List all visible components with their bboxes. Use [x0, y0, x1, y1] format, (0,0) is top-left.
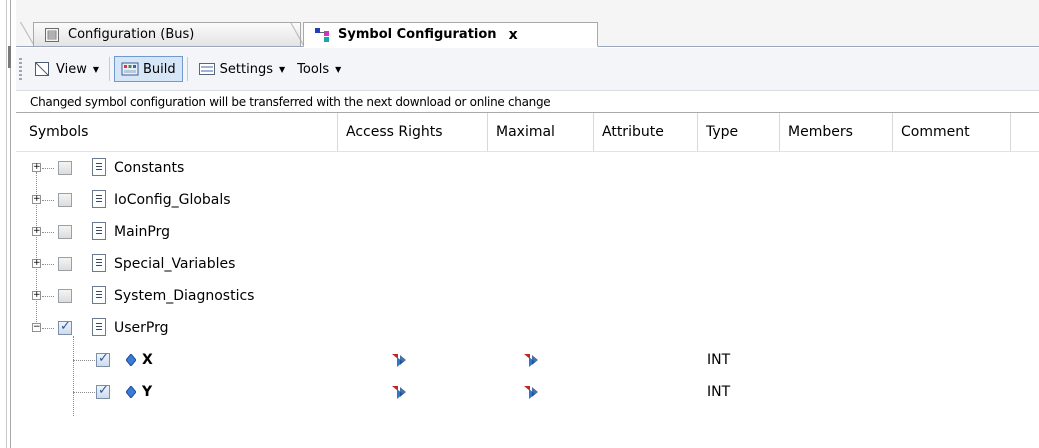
- tree-row-x[interactable]: X INT: [16, 344, 1039, 376]
- toolbar-separator: [186, 57, 188, 81]
- tab-label: Configuration (Bus): [68, 27, 195, 42]
- toolbar-separator: [109, 57, 111, 81]
- row-name: MainPrg: [114, 224, 171, 240]
- expand-icon[interactable]: +: [32, 291, 41, 300]
- variable-icon: [125, 385, 137, 399]
- tree-connector: [42, 168, 54, 170]
- document-icon: [92, 254, 106, 272]
- view-icon: [34, 61, 52, 77]
- tree-row-ioconfig-globals[interactable]: + IoConfig_Globals: [16, 184, 1039, 216]
- tree-connector: [42, 328, 54, 330]
- column-attribute[interactable]: Attribute: [594, 113, 698, 151]
- expand-icon[interactable]: +: [32, 259, 41, 268]
- expand-icon[interactable]: +: [32, 227, 41, 236]
- row-name: UserPrg: [114, 320, 169, 336]
- tree-row-special-variables[interactable]: + Special_Variables: [16, 248, 1039, 280]
- checkbox[interactable]: [58, 257, 72, 271]
- row-name: Special_Variables: [114, 256, 236, 272]
- tree-connector: [73, 360, 95, 362]
- symbol-config-icon: [314, 27, 330, 43]
- tree-row-constants[interactable]: + Constants: [16, 152, 1039, 184]
- read-write-icon[interactable]: [391, 384, 407, 400]
- checkbox[interactable]: [96, 351, 110, 367]
- chevron-down-icon: ▼: [335, 64, 342, 74]
- expand-icon[interactable]: +: [32, 163, 41, 172]
- variable-icon: [125, 353, 137, 367]
- row-name: X: [142, 352, 153, 368]
- checkbox[interactable]: [58, 193, 72, 207]
- document-icon: [92, 190, 106, 208]
- type-value: INT: [707, 384, 731, 400]
- tab-symbol-configuration[interactable]: Symbol Configuration x: [290, 22, 598, 47]
- row-name: Y: [142, 384, 153, 400]
- tree-row-system-diagnostics[interactable]: + System_Diagnostics: [16, 280, 1039, 312]
- toolbar: View ▼ Build Settings ▼ Tools ▼: [16, 48, 1039, 91]
- row-name: System_Diagnostics: [114, 288, 255, 304]
- tab-configuration-bus[interactable]: Configuration (Bus): [20, 22, 301, 46]
- build-button[interactable]: Build: [114, 56, 183, 82]
- checkbox[interactable]: [58, 319, 72, 335]
- column-comment[interactable]: Comment: [893, 113, 1011, 151]
- collapse-icon[interactable]: −: [32, 323, 41, 332]
- tools-label: Tools: [297, 61, 330, 77]
- settings-label: Settings: [219, 61, 273, 77]
- checkbox[interactable]: [58, 289, 72, 303]
- build-icon: [121, 61, 139, 77]
- bus-config-icon: [44, 27, 60, 43]
- tree-connector: [73, 392, 95, 394]
- row-name: Constants: [114, 160, 185, 176]
- build-label: Build: [143, 61, 176, 77]
- checkbox[interactable]: [58, 225, 72, 239]
- settings-icon: [198, 61, 216, 77]
- chevron-down-icon: ▼: [278, 64, 286, 74]
- document-icon: [92, 318, 106, 336]
- column-type[interactable]: Type: [698, 113, 780, 151]
- tree-connector: [42, 232, 54, 234]
- chevron-down-icon: ▼: [92, 64, 100, 74]
- tree-connector: [42, 200, 54, 202]
- info-text: Changed symbol configuration will be tra…: [30, 95, 551, 109]
- table-header: Symbols Access Rights Maximal Attribute …: [16, 113, 1039, 152]
- row-name: IoConfig_Globals: [114, 192, 231, 208]
- tree-row-y[interactable]: Y INT: [16, 376, 1039, 408]
- tools-menu-button[interactable]: Tools ▼: [291, 56, 347, 82]
- tree-row-userprg[interactable]: − UserPrg: [16, 312, 1039, 344]
- checkbox[interactable]: [96, 383, 110, 399]
- column-access-rights[interactable]: Access Rights: [338, 113, 488, 151]
- info-bar: Changed symbol configuration will be tra…: [16, 91, 1039, 113]
- left-window-edge: [0, 0, 14, 448]
- settings-menu-button[interactable]: Settings ▼: [192, 56, 291, 82]
- tab-label: Symbol Configuration: [338, 27, 497, 42]
- read-write-icon[interactable]: [391, 352, 407, 368]
- close-icon[interactable]: x: [509, 27, 518, 43]
- type-value: INT: [707, 352, 731, 368]
- column-symbols[interactable]: Symbols: [16, 113, 338, 151]
- column-members[interactable]: Members: [780, 113, 893, 151]
- document-icon: [92, 222, 106, 240]
- document-icon: [92, 158, 106, 176]
- tree-row-mainprg[interactable]: + MainPrg: [16, 216, 1039, 248]
- symbols-tree: + Constants + IoConfig_Globals + MainPrg…: [16, 152, 1039, 448]
- document-icon: [92, 286, 106, 304]
- editor-pane: Configuration (Bus) Symbol Configuration…: [16, 0, 1039, 448]
- tree-connector: [42, 264, 54, 266]
- column-maximal[interactable]: Maximal: [488, 113, 594, 151]
- expand-icon[interactable]: +: [32, 195, 41, 204]
- checkbox[interactable]: [58, 161, 72, 175]
- tree-connector: [42, 296, 54, 298]
- read-write-icon[interactable]: [523, 352, 539, 368]
- view-menu-button[interactable]: View ▼: [28, 56, 105, 82]
- tab-strip: Configuration (Bus) Symbol Configuration…: [16, 0, 1039, 47]
- view-label: View: [56, 61, 87, 77]
- toolbar-grip[interactable]: [19, 58, 22, 80]
- read-write-icon[interactable]: [523, 384, 539, 400]
